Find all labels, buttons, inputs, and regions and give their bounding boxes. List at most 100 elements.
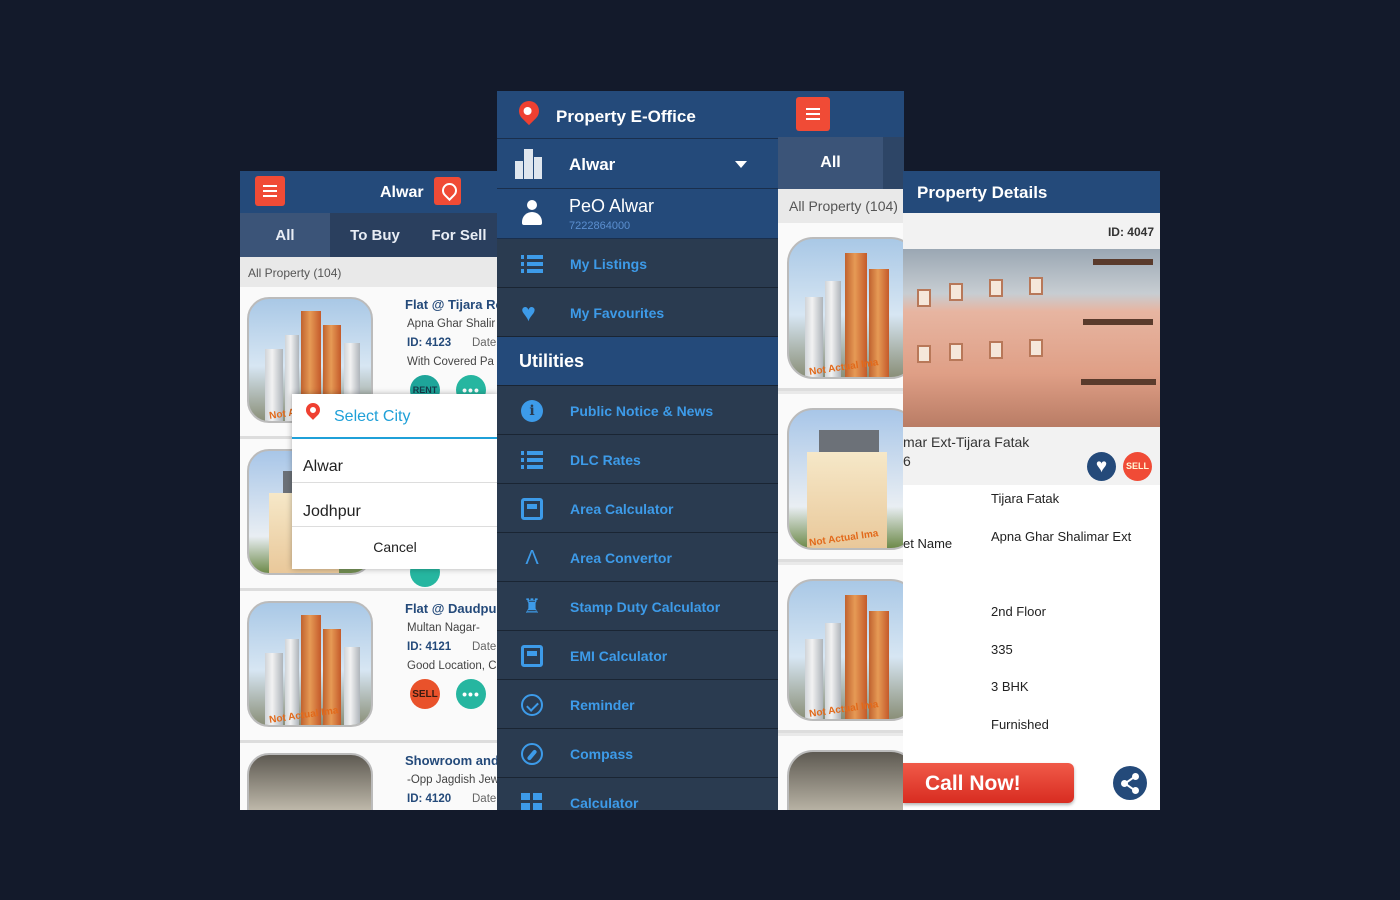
menu-item-area-calculator[interactable]: Area Calculator — [497, 484, 779, 533]
menu-icon[interactable] — [255, 176, 285, 206]
section-utilities: Utilities — [497, 337, 779, 386]
user-profile[interactable]: PeO Alwar 7222864000 — [497, 189, 779, 239]
heart-icon: ♥ — [521, 299, 536, 327]
address-line: 6 — [903, 453, 911, 469]
city-title: Alwar — [380, 184, 424, 201]
menu-item-my-favourites[interactable]: ♥ My Favourites — [497, 288, 779, 337]
calculator-icon — [521, 498, 543, 520]
calculator-icon — [521, 645, 543, 667]
menu-item-label: EMI Calculator — [570, 648, 668, 664]
address-bar: mar Ext-Tijara Fatak 6 ♥ SELL — [903, 427, 1160, 485]
city-option-jodhpur[interactable]: Jodhpur — [292, 483, 498, 527]
property-thumbnail: Not Actual Ima — [247, 601, 373, 727]
check-circle-icon — [521, 694, 543, 716]
listing-subtitle: Apna Ghar Shalir — [407, 318, 496, 330]
listing-date: Date — [472, 337, 497, 349]
property-thumbnail: Not Actual Ima — [787, 237, 904, 379]
menu-item-area-convertor[interactable]: Λ Area Convertor — [497, 533, 779, 582]
property-thumbnail: Not Actual Ima — [787, 579, 904, 721]
field-label: et Name — [903, 536, 953, 551]
field-value: 2nd Floor — [991, 604, 1046, 619]
menu-item-label: Compass — [570, 746, 634, 762]
menu-item-label: My Listings — [570, 256, 648, 272]
dialog-title: Select City — [334, 408, 411, 425]
menu-item-stamp-duty[interactable]: ♜ Stamp Duty Calculator — [497, 582, 779, 631]
chevron-down-icon[interactable] — [735, 161, 747, 168]
list-item[interactable]: Not Actual Ima Flat @ Daudpur Multan Nag… — [240, 591, 498, 743]
listing-date: Date — [472, 641, 497, 653]
tab-all[interactable]: All — [240, 213, 330, 257]
menu-icon[interactable] — [796, 97, 830, 131]
filter-tabs: All — [778, 137, 904, 189]
field-value: 3 BHK — [991, 679, 1029, 694]
list-item[interactable] — [778, 736, 904, 810]
favourite-heart-icon[interactable]: ♥ — [1087, 452, 1116, 481]
location-pin-icon[interactable] — [434, 177, 461, 205]
sell-badge: SELL — [1123, 452, 1152, 481]
listing-title[interactable]: Showroom and — [405, 753, 498, 768]
city-option-alwar[interactable]: Alwar — [292, 439, 498, 483]
filter-tabs: All To Buy For Sell — [240, 213, 498, 257]
menu-item-label: Stamp Duty Calculator — [570, 599, 721, 615]
app-header: Alwar — [240, 171, 498, 213]
listing-title[interactable]: Flat @ Daudpur — [405, 601, 498, 616]
selected-city: Alwar — [569, 155, 616, 174]
property-photo[interactable] — [903, 249, 1160, 427]
property-thumbnail: Not Actual Ima — [787, 408, 904, 550]
menu-item-reminder[interactable]: Reminder — [497, 680, 779, 729]
listing-id: ID: 4123 — [407, 337, 452, 349]
list-item[interactable]: Not Actual Ima — [778, 223, 904, 391]
property-thumbnail — [247, 753, 373, 810]
app-name: Property E-Office — [556, 107, 696, 126]
share-icon[interactable] — [1113, 766, 1147, 800]
listing-screen: Alwar All To Buy For Sell All Property (… — [240, 171, 498, 810]
listing-id: ID: 4121 — [407, 641, 452, 653]
tab-all[interactable]: All — [778, 137, 883, 189]
list-item[interactable]: Not Actual Ima — [778, 394, 904, 562]
select-city-dialog: Select City Alwar Jodhpur Cancel — [292, 394, 498, 569]
list-item[interactable]: Not Actual Ima — [778, 565, 904, 733]
call-now-button[interactable]: Call Now! — [903, 763, 1074, 803]
list-icon — [521, 449, 543, 471]
app-logo-icon — [514, 96, 544, 126]
menu-item-calculator[interactable]: Calculator — [497, 778, 779, 810]
drafting-compass-icon: Λ — [525, 547, 539, 569]
tab-for-sell[interactable]: For Sell — [420, 213, 498, 257]
menu-item-dlc-rates[interactable]: DLC Rates — [497, 435, 779, 484]
info-icon: i — [521, 400, 543, 422]
location-pin-icon — [303, 400, 323, 420]
buildings-icon — [515, 147, 543, 179]
field-value: Furnished — [991, 717, 1049, 732]
menu-item-label: Public Notice & News — [570, 403, 714, 419]
property-id: ID: 4047 — [903, 213, 1160, 249]
menu-item-compass[interactable]: Compass — [497, 729, 779, 778]
listing-title[interactable]: Flat @ Tijara Ro — [405, 297, 498, 312]
menu-item-emi-calculator[interactable]: EMI Calculator — [497, 631, 779, 680]
listing-id: ID: 4120 — [407, 793, 452, 805]
menu-item-label: My Favourites — [570, 305, 665, 321]
menu-item-public-notice[interactable]: i Public Notice & News — [497, 386, 779, 435]
menu-item-label: Area Calculator — [570, 501, 674, 517]
city-selector[interactable]: Alwar — [497, 139, 779, 189]
menu-item-label: Calculator — [570, 795, 639, 810]
menu-item-my-listings[interactable]: My Listings — [497, 239, 779, 288]
field-value: Apna Ghar Shalimar Ext — [991, 529, 1132, 544]
drawer-header: Property E-Office — [497, 91, 779, 139]
sell-badge: SELL — [410, 679, 440, 709]
list-icon — [521, 253, 543, 275]
listing-subtitle: Multan Nagar- — [407, 622, 480, 634]
app-header — [778, 91, 904, 137]
property-thumbnail — [787, 750, 904, 810]
menu-item-label: DLC Rates — [570, 452, 641, 468]
calculator-grid-icon — [521, 792, 543, 810]
more-options-button[interactable]: ••• — [456, 679, 486, 709]
property-count: All Property (104) — [240, 257, 498, 287]
field-value: 335 — [991, 642, 1013, 657]
navigation-drawer: Property E-Office Alwar PeO Alwar 722286… — [497, 91, 779, 810]
tab-to-buy[interactable]: To Buy — [330, 213, 420, 257]
cancel-button[interactable]: Cancel — [292, 527, 498, 555]
list-item[interactable]: Showroom and -Opp Jagdish Jew ID: 4120 D… — [240, 743, 498, 810]
menu-item-label: Area Convertor — [570, 550, 672, 566]
property-details-screen: Property Details ID: 4047 mar Ext-Tijara… — [903, 171, 1160, 810]
dialog-header: Select City — [292, 394, 498, 439]
